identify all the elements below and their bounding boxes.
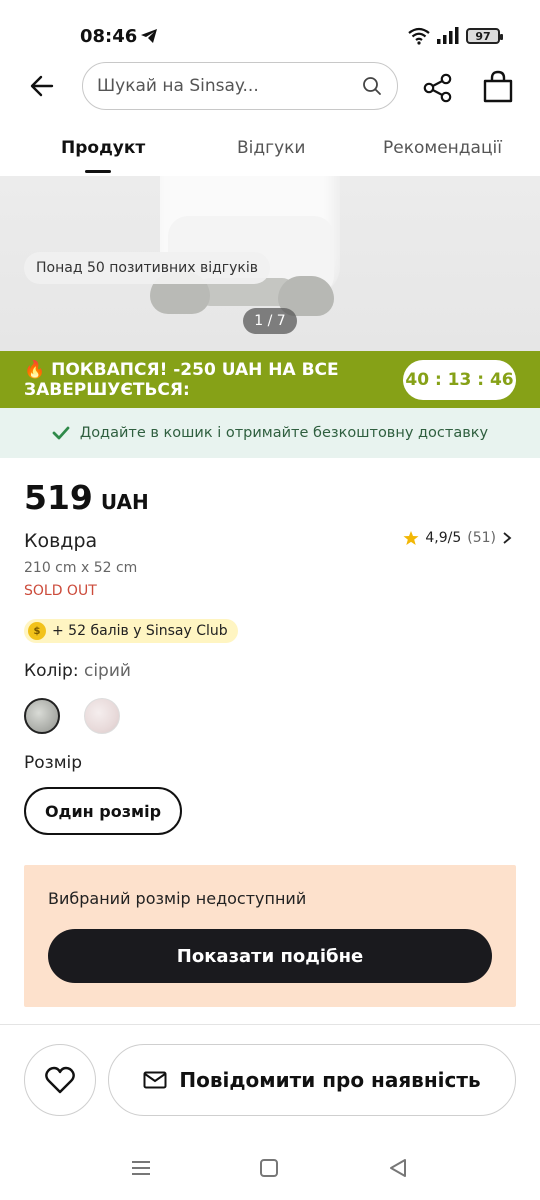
cart-button[interactable] — [480, 68, 516, 106]
delivery-text: Додайте в кошик і отримайте безкоштовну … — [79, 425, 489, 441]
share-button[interactable] — [420, 70, 456, 106]
club-points-text: + 52 балів у Sinsay Club — [52, 623, 228, 639]
show-similar-button[interactable]: Показати подібне — [48, 929, 492, 983]
system-navigation-bar — [0, 1140, 540, 1200]
promo-banner: 🔥 ПОКВАПСЯ! -250 UAH НА ВСЕ ЗАВЕРШУЄТЬСЯ… — [0, 351, 540, 408]
divider — [0, 1024, 540, 1025]
active-tab-indicator — [85, 170, 111, 173]
price-value: 519 — [24, 478, 93, 517]
arrow-left-icon — [30, 75, 54, 97]
color-swatch-grey[interactable] — [24, 698, 60, 734]
star-icon — [403, 531, 419, 545]
notify-availability-button[interactable]: Повідомити про наявність — [108, 1044, 516, 1116]
price-currency: UAH — [100, 490, 149, 514]
club-points-badge: $ + 52 балів у Sinsay Club — [24, 619, 238, 643]
unavailable-message: Вибраний розмір недоступний — [48, 889, 307, 908]
menu-icon[interactable] — [129, 1156, 153, 1180]
checkmark-icon — [52, 426, 70, 440]
shopping-bag-icon — [483, 70, 513, 103]
free-delivery-banner: Додайте в кошик і отримайте безкоштовну … — [0, 408, 540, 458]
search-icon[interactable] — [361, 75, 383, 97]
search-input[interactable] — [97, 76, 361, 96]
rating-summary[interactable]: 4,9/5 (51) — [403, 530, 512, 546]
rating-count: (51) — [467, 530, 496, 546]
product-tabs: Продукт Відгуки Рекомендації — [0, 128, 540, 174]
status-bar: 08:46 97 — [0, 0, 540, 64]
product-name: Ковдра — [24, 530, 98, 552]
status-time: 08:46 — [80, 26, 138, 47]
back-triangle-icon[interactable] — [386, 1156, 410, 1180]
tab-recommendations[interactable]: Рекомендації — [383, 138, 502, 158]
wifi-icon — [408, 27, 430, 45]
status-indicators: 97 — [408, 26, 503, 46]
chevron-right-icon — [503, 532, 512, 544]
price: 519 UAH — [24, 478, 149, 517]
tab-product[interactable]: Продукт — [61, 138, 145, 158]
favorite-button[interactable] — [24, 1044, 96, 1116]
tab-reviews[interactable]: Відгуки — [237, 138, 305, 158]
coin-icon: $ — [28, 622, 46, 640]
size-unavailable-panel: Вибраний розмір недоступний Показати под… — [24, 865, 516, 1007]
telegram-icon — [141, 29, 157, 43]
heart-icon — [45, 1066, 75, 1094]
stock-status: SOLD OUT — [24, 583, 97, 599]
promo-text: 🔥 ПОКВАПСЯ! -250 UAH НА ВСЕ ЗАВЕРШУЄТЬСЯ… — [24, 360, 339, 400]
size-label: Розмір — [24, 753, 83, 773]
search-header — [0, 62, 540, 112]
color-label-text: Колір: — [24, 661, 79, 681]
notify-button-label: Повідомити про наявність — [179, 1068, 481, 1092]
color-value: сірий — [83, 661, 131, 681]
home-icon[interactable] — [257, 1156, 281, 1180]
search-box[interactable] — [82, 62, 398, 110]
countdown-timer: 40 : 13 : 46 — [403, 360, 516, 400]
signal-icon — [437, 27, 459, 44]
size-option-button[interactable]: Один розмір — [24, 787, 182, 835]
product-image-gallery[interactable]: Понад 50 позитивних відгуків 1 / 7 — [0, 176, 540, 352]
back-button[interactable] — [26, 70, 58, 102]
product-dimensions: 210 cm x 52 cm — [24, 560, 138, 576]
image-counter: 1 / 7 — [243, 308, 297, 334]
envelope-icon — [143, 1071, 167, 1089]
reviews-badge: Понад 50 позитивних відгуків — [24, 252, 271, 284]
rating-value: 4,9/5 — [425, 530, 462, 546]
share-icon — [423, 73, 452, 103]
color-label: Колір: сірий — [24, 661, 131, 681]
color-swatch-pink[interactable] — [84, 698, 120, 734]
battery-indicator: 97 — [466, 28, 503, 44]
